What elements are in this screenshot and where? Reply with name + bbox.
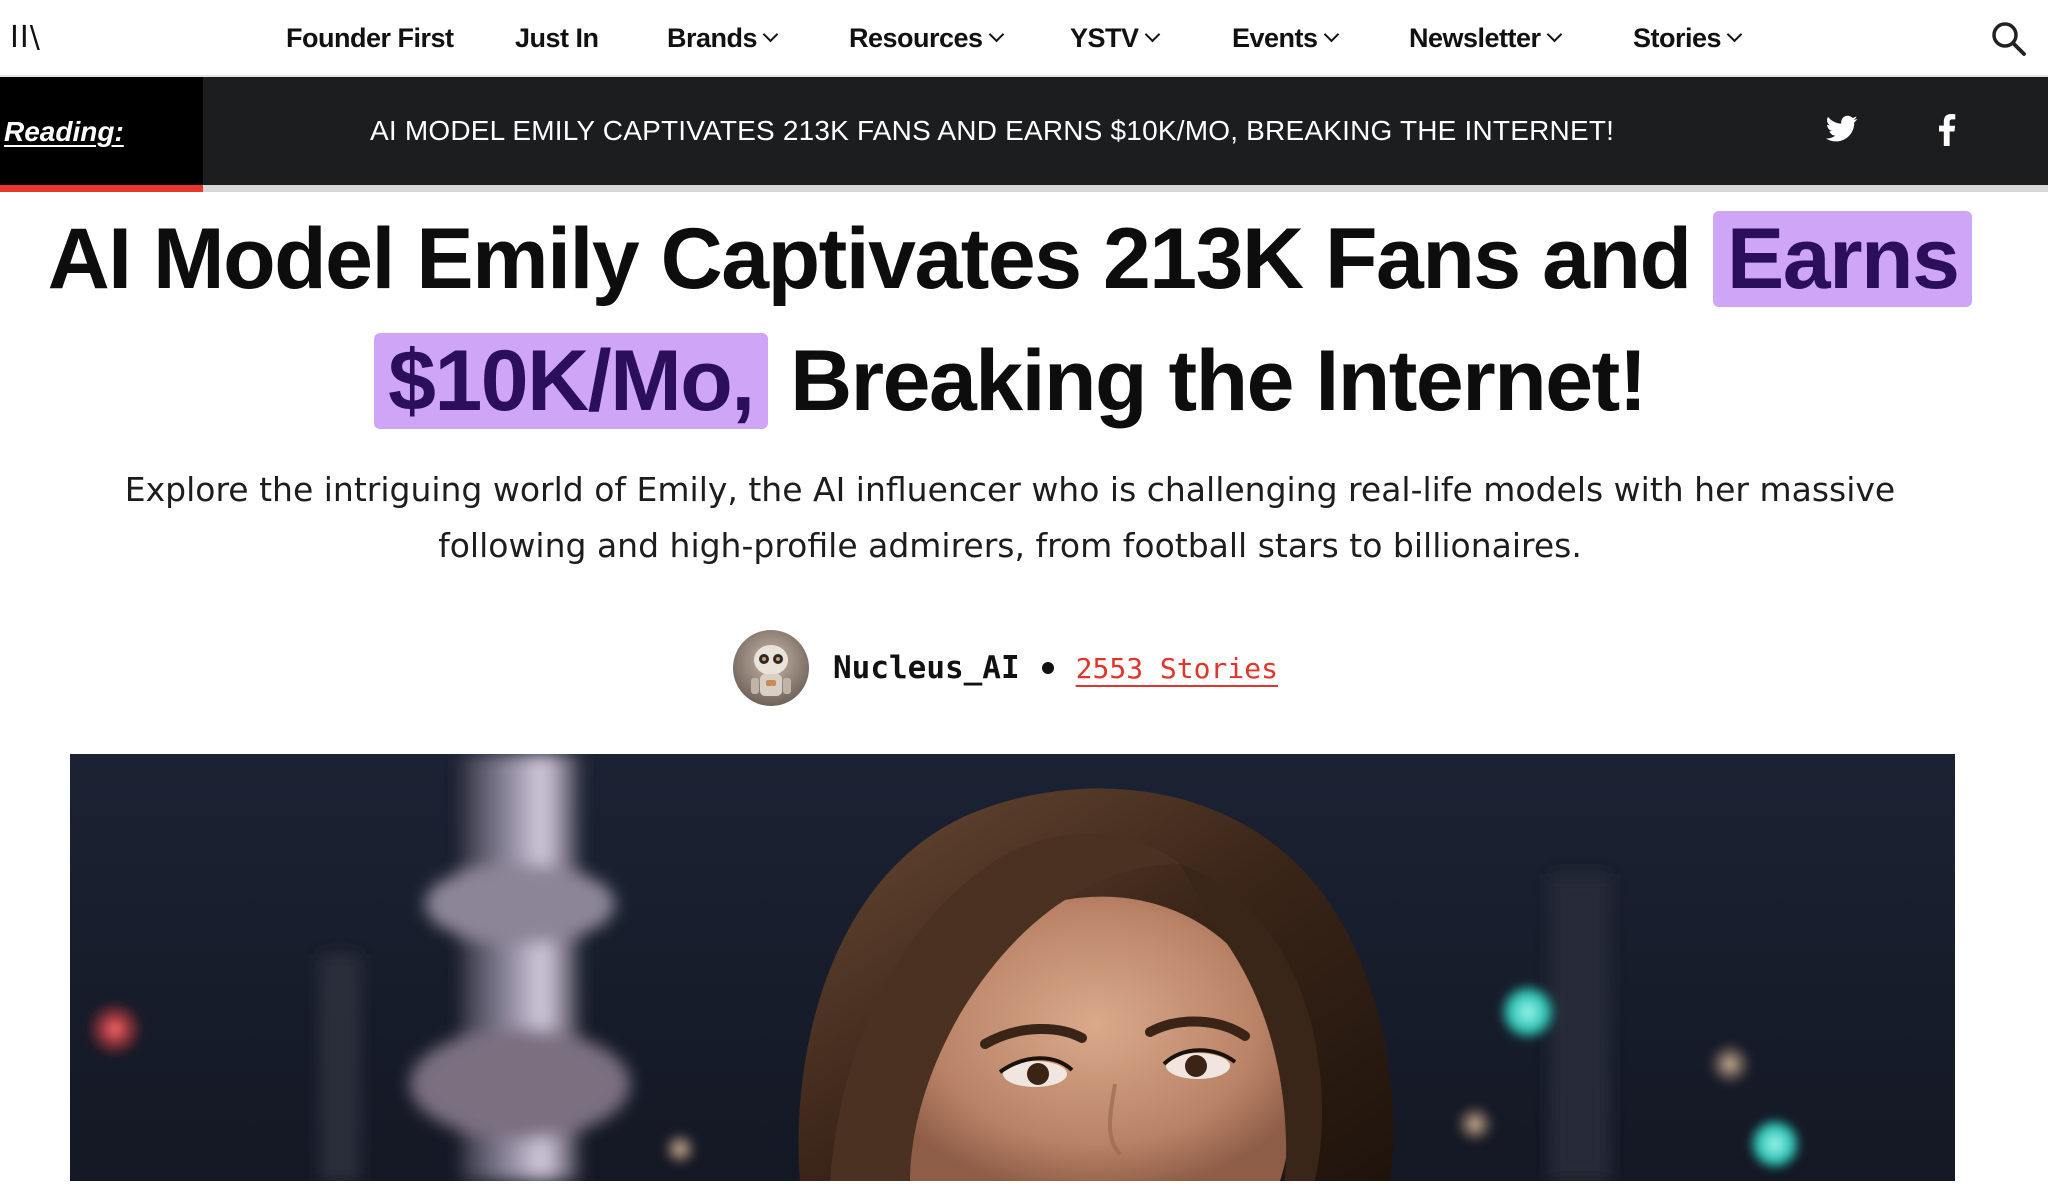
nav-item-resources[interactable]: Resources	[849, 20, 1004, 56]
reading-label-box: Reading:	[0, 77, 203, 185]
top-navigation: II\ Founder First Just In Brands Resourc…	[0, 0, 2048, 77]
author-byline: Nucleus_AI 2553 Stories	[733, 630, 1278, 706]
portrait-photo	[70, 754, 1955, 1181]
chevron-down-icon	[762, 26, 779, 43]
reading-bar: Reading: AI MODEL EMILY CAPTIVATES 213K …	[0, 77, 2048, 185]
reading-article-title: AI MODEL EMILY CAPTIVATES 213K FANS AND …	[370, 115, 1615, 146]
search-icon[interactable]	[1990, 20, 2028, 58]
nav-item-just-in[interactable]: Just In	[515, 20, 599, 56]
robot-avatar-icon[interactable]	[733, 630, 809, 706]
nav-item-ystv[interactable]: YSTV	[1070, 20, 1160, 56]
nav-item-newsletter[interactable]: Newsletter	[1409, 20, 1562, 56]
facebook-icon[interactable]	[1936, 114, 1958, 146]
nav-item-label: Newsletter	[1409, 23, 1541, 53]
article-subheadline: Explore the intriguing world of Emily, t…	[124, 470, 1896, 565]
chevron-down-icon	[1726, 26, 1743, 43]
nav-item-stories[interactable]: Stories	[1633, 20, 1743, 56]
chevron-down-icon	[1323, 26, 1339, 43]
chevron-down-icon	[988, 26, 1004, 43]
author-stories-link[interactable]: 2553 Stories	[1076, 652, 1278, 685]
reading-progress-fill	[0, 185, 203, 192]
reading-label: Reading:	[4, 116, 124, 147]
chevron-down-icon	[1546, 26, 1562, 43]
nav-item-label: Just In	[515, 23, 599, 53]
nav-item-label: Brands	[667, 23, 758, 53]
byline-separator	[1041, 662, 1054, 674]
nav-item-label: Events	[1232, 23, 1318, 53]
article-headline: AI Model Emily Captivates 213K Fans and …	[40, 198, 1980, 442]
nav-item-events[interactable]: Events	[1232, 20, 1339, 56]
nav-item-brands[interactable]: Brands	[667, 20, 779, 56]
nav-item-label: Stories	[1633, 23, 1722, 53]
nav-item-label: Resources	[849, 23, 983, 53]
headline-text-start: AI Model Emily Captivates 213K Fans and	[47, 211, 1713, 307]
author-name[interactable]: Nucleus_AI	[833, 650, 1020, 686]
nav-item-founder-first[interactable]: Founder First	[286, 20, 454, 56]
twitter-icon[interactable]	[1826, 115, 1858, 143]
chevron-down-icon	[1144, 26, 1160, 43]
headline-highlight-earns: Earns	[1712, 211, 1973, 307]
nav-item-label: YSTV	[1070, 23, 1139, 53]
headline-text-end: Breaking the Internet!	[767, 333, 1647, 429]
nav-item-label: Founder First	[286, 23, 454, 53]
site-logo[interactable]: II\	[10, 20, 41, 56]
headline-highlight-amount: $10K/Mo,	[374, 333, 768, 429]
reading-progress-bar	[0, 185, 2048, 192]
